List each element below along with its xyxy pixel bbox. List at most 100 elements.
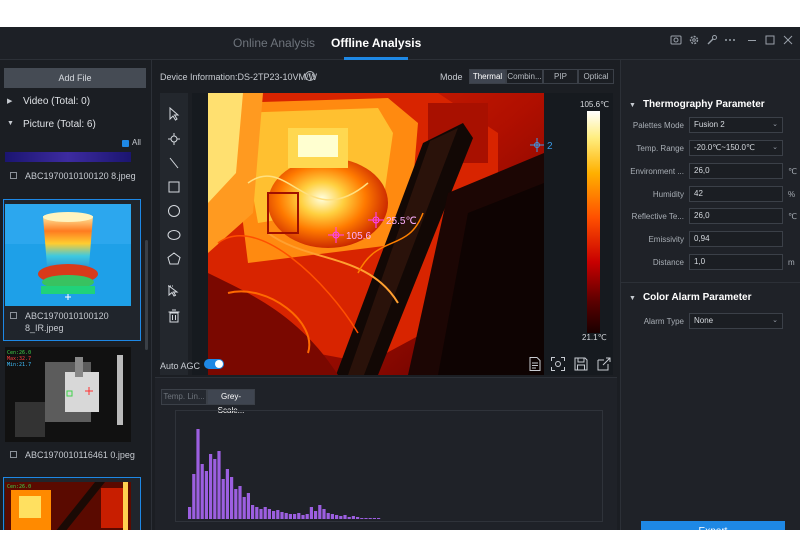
thermography-parameter-header[interactable]: ▼ Thermography Parameter [629,99,765,110]
video-group[interactable]: ▶ Video (Total: 0) [0,95,150,111]
palette-max-temp: 105.6℃ [580,100,610,109]
histogram-bar [204,471,208,519]
trash-icon[interactable] [165,307,183,325]
palette-min-temp: 21.1℃ [582,333,607,342]
caret-down-icon: ▼ [629,102,636,109]
temp-range-value: -20.0℃~150.0℃ [694,143,755,152]
add-file-button[interactable]: Add File [4,68,146,88]
device-information: Device Information:DS-2TP23-10VM/W [160,72,318,82]
tab-offline-analysis[interactable]: Offline Analysis [331,36,421,50]
mode-optical-button[interactable]: Optical [578,69,614,84]
reflective-temp-unit: ℃ [788,212,797,221]
picture-group-label: Picture (Total: 6) [23,119,96,130]
picture-group[interactable]: ▼ Picture (Total: 6) [0,118,150,134]
export-button[interactable]: Export [641,521,785,530]
thumb-overlay-min: Min:21.7 [7,362,31,368]
alarm-type-select[interactable]: None ⌄ [689,313,783,329]
mode-pip-button[interactable]: PIP [543,69,578,84]
histogram-bar [364,518,368,519]
more-options-icon[interactable] [724,34,736,46]
histogram-bar [293,514,297,519]
minimize-icon[interactable] [746,34,758,46]
marker-crosshair-3[interactable]: 2 [528,135,558,155]
thumbnail-image[interactable]: Cen:26.0 Max:32.7 Min:21.7 [5,347,131,442]
emissivity-field[interactable]: 0,94 [689,231,783,247]
file-checkbox[interactable] [10,451,17,458]
histogram-bar [209,454,213,519]
chevron-down-icon: ⌄ [772,121,778,128]
select-all-checkbox[interactable] [122,140,129,147]
rectangle-tool-icon[interactable] [165,178,183,196]
wrench-icon[interactable] [706,34,718,46]
report-icon[interactable] [527,356,543,372]
histogram-bar [330,514,334,519]
auto-agc-toggle[interactable] [204,359,224,369]
tab-temp-line[interactable]: Temp. Lin... [161,389,207,405]
histogram-bar [234,489,238,519]
param-label-temp-range: Temp. Range [636,144,684,153]
capture-icon[interactable] [550,356,566,372]
color-alarm-parameter-header[interactable]: ▼ Color Alarm Parameter [629,292,752,303]
histogram-bar [368,518,372,519]
file-checkbox[interactable] [10,172,17,179]
histogram-bar [263,507,267,519]
marker-temp-3: 2 [547,141,553,152]
select-region-icon[interactable] [165,283,183,301]
histogram-bar [238,486,242,519]
info-icon[interactable]: i [305,71,315,81]
environment-temp-field[interactable]: 26,0 [689,163,783,179]
mode-thermal-button[interactable]: Thermal [469,69,506,84]
maximize-icon[interactable] [764,34,776,46]
thumbnail-image[interactable]: Cen:26.0 [5,482,131,530]
histogram-bar [225,469,229,519]
point-tool-icon[interactable] [165,130,183,148]
tab-online-analysis[interactable]: Online Analysis [233,36,315,50]
thumbnail-image[interactable] [5,204,131,306]
histogram-bar [259,509,263,519]
alarm-type-value: None [694,316,714,325]
histogram-bar [230,477,234,519]
gear-icon[interactable] [688,34,700,46]
palettes-mode-select[interactable]: Fusion 2 ⌄ [689,117,783,133]
histogram-bar [347,517,351,519]
ellipse-tool-icon[interactable] [165,226,183,244]
mode-combined-button[interactable]: Combin... [506,69,543,84]
palettes-mode-value: Fusion 2 [694,120,725,129]
histogram-bar [360,518,364,519]
edit-export-icon[interactable] [596,356,612,372]
select-pointer-icon[interactable] [165,105,183,123]
param-label-distance: Distance [652,258,684,267]
reflective-temp-value: 26,0 [694,211,710,220]
close-icon[interactable] [782,34,794,46]
histogram-bar [351,516,355,519]
histogram-bar [297,513,301,519]
file-checkbox[interactable] [10,312,17,319]
environment-temp-value: 26,0 [694,166,710,175]
histogram-bar [309,507,313,519]
param-label-environment: Environment ... [630,167,684,176]
thumbnail-image[interactable] [5,152,131,162]
param-label-humidity: Humidity [652,190,684,199]
reflective-temp-field[interactable]: 26,0 [689,208,783,224]
histogram-bar [192,474,196,519]
chevron-down-icon: ⌄ [772,317,778,324]
marker-temp-2: 105.6 [346,231,371,242]
histogram-bar [217,451,221,519]
save-icon[interactable] [573,356,589,372]
line-tool-icon[interactable] [165,154,183,172]
auto-agc-label: Auto AGC [160,361,201,371]
histogram-bar [221,479,225,519]
circle-tool-icon[interactable] [165,202,183,220]
thermal-image[interactable]: 25.5℃ 105.6 [208,93,544,375]
screenshot-folder-icon[interactable] [670,34,682,46]
tab-grey-scale[interactable]: Grey-Scale... [207,389,255,415]
distance-field[interactable]: 1,0 [689,254,783,270]
file-list-scrollbar[interactable] [145,240,148,350]
temp-range-select[interactable]: -20.0℃~150.0℃ ⌄ [689,140,783,156]
histogram-bar [314,511,318,519]
video-group-label: Video (Total: 0) [23,96,91,107]
humidity-field[interactable]: 42 [689,186,783,202]
histogram-bar [196,429,200,519]
polygon-tool-icon[interactable] [165,250,183,268]
distance-value: 1,0 [694,257,706,266]
